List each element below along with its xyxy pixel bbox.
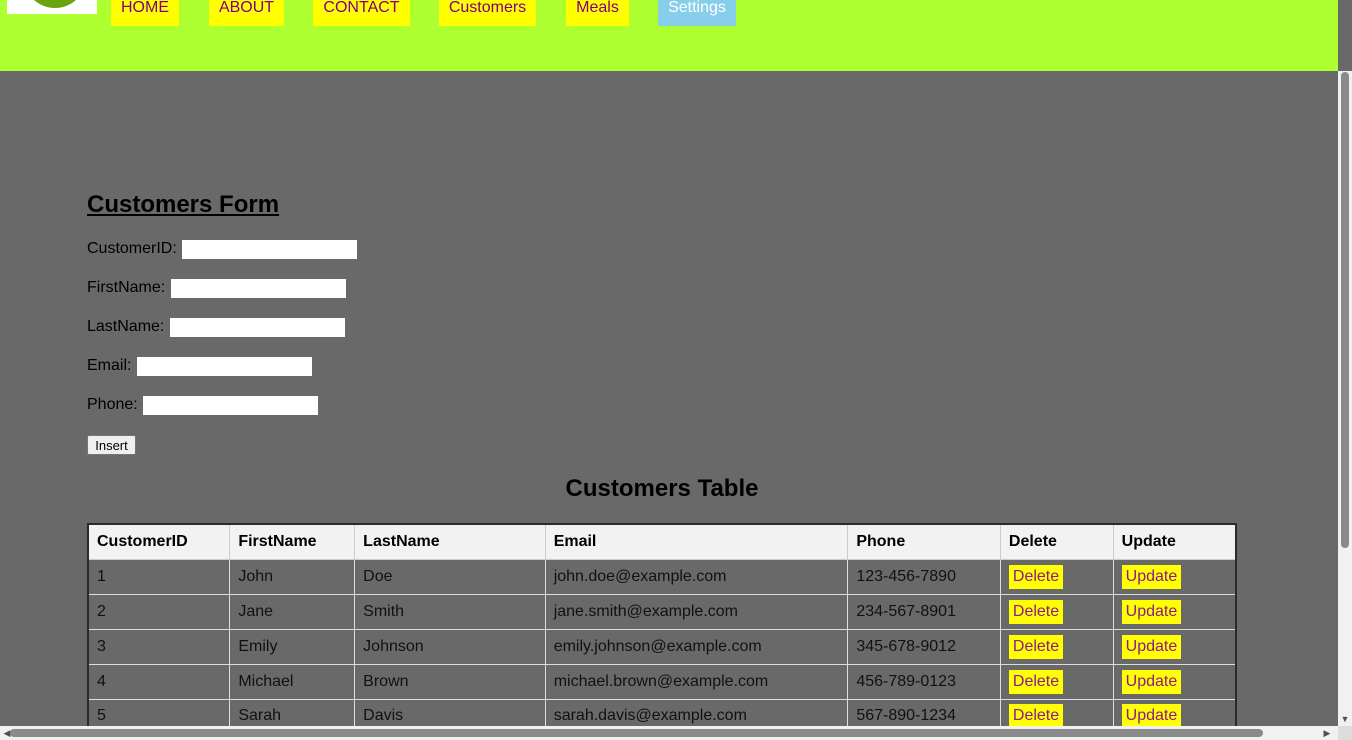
update-button[interactable]: Update [1121,669,1182,694]
cell-email: emily.johnson@example.com [544,628,849,665]
cell-lastname: Johnson [354,628,546,665]
table-title: Customers Table [565,475,759,502]
cell-update: Update [1112,628,1237,665]
cell-email: jane.smith@example.com [544,593,849,630]
nav-meals[interactable]: Meals [566,0,629,26]
vertical-scrollbar[interactable]: ▼ [1338,71,1352,726]
cell-lastname: Smith [354,593,546,630]
cell-customerid: 3 [87,628,231,665]
cell-email: john.doe@example.com [544,558,849,595]
update-button[interactable]: Update [1121,634,1182,659]
table-row: 4 Michael Brown michael.brown@example.co… [87,663,1237,700]
lastname-input[interactable] [170,318,345,337]
delete-button[interactable]: Delete [1008,669,1064,694]
horizontal-scroll-thumb[interactable] [10,729,1263,737]
cell-delete: Delete [999,593,1114,630]
cell-customerid: 1 [87,558,231,595]
logo-icon[interactable] [7,0,97,14]
vertical-scroll-thumb[interactable] [1341,72,1349,548]
logo-shape [22,0,88,8]
header-phone: Phone [847,523,1001,560]
cell-phone: 234-567-8901 [847,593,1001,630]
delete-button[interactable]: Delete [1008,634,1064,659]
form-title: Customers Form [87,191,280,218]
table-header-row: CustomerID FirstName LastName Email Phon… [87,523,1237,560]
header-update: Update [1112,523,1237,560]
delete-button[interactable]: Delete [1008,704,1064,729]
table-row: 2 Jane Smith jane.smith@example.com 234-… [87,593,1237,630]
email-label: Email: [87,357,132,374]
header-delete: Delete [999,523,1114,560]
cell-email: michael.brown@example.com [544,663,849,700]
delete-button[interactable]: Delete [1008,599,1064,624]
nav-settings[interactable]: Settings [658,0,736,26]
cell-firstname: John [229,558,356,595]
table-row: 3 Emily Johnson emily.johnson@example.co… [87,628,1237,665]
cell-update: Update [1112,593,1237,630]
header-customerid: CustomerID [87,523,231,560]
cell-update: Update [1112,663,1237,700]
firstname-input[interactable] [171,279,346,298]
cell-firstname: Emily [229,628,356,665]
cell-phone: 456-789-0123 [847,663,1001,700]
customerid-input[interactable] [182,240,357,259]
header-lastname: LastName [354,523,546,560]
customerid-label: CustomerID: [87,240,177,257]
arrow-right-icon[interactable]: ▶ [1320,726,1334,740]
firstname-label: FirstName: [87,279,166,296]
nav-home[interactable]: HOME [111,0,179,26]
cell-firstname: Michael [229,663,356,700]
update-button[interactable]: Update [1121,704,1182,729]
cell-update: Update [1112,558,1237,595]
insert-button[interactable]: Insert [87,435,136,455]
nav-customers[interactable]: Customers [439,0,536,26]
lastname-label: LastName: [87,318,165,335]
cell-customerid: 4 [87,663,231,700]
header-firstname: FirstName [229,523,356,560]
nav-about[interactable]: ABOUT [209,0,284,26]
delete-button[interactable]: Delete [1008,564,1064,589]
cell-lastname: Doe [354,558,546,595]
table-row: 1 John Doe john.doe@example.com 123-456-… [87,558,1237,595]
header-email: Email [544,523,849,560]
cell-delete: Delete [999,663,1114,700]
nav-contact[interactable]: CONTACT [313,0,410,26]
phone-input[interactable] [143,396,318,415]
phone-label: Phone: [87,396,138,413]
cell-delete: Delete [999,558,1114,595]
update-button[interactable]: Update [1121,564,1182,589]
cell-firstname: Jane [229,593,356,630]
arrow-down-icon[interactable]: ▼ [1338,712,1352,726]
email-input[interactable] [137,357,312,376]
scrollbar-corner [1338,726,1352,740]
site-header: HOME ABOUT CONTACT Customers Meals Setti… [0,0,1338,71]
cell-phone: 123-456-7890 [847,558,1001,595]
update-button[interactable]: Update [1121,599,1182,624]
cell-customerid: 2 [87,593,231,630]
cell-delete: Delete [999,628,1114,665]
cell-phone: 345-678-9012 [847,628,1001,665]
cell-lastname: Brown [354,663,546,700]
customers-table: CustomerID FirstName LastName Email Phon… [87,523,1237,735]
horizontal-scrollbar[interactable]: ◀ ▶ [0,726,1338,740]
